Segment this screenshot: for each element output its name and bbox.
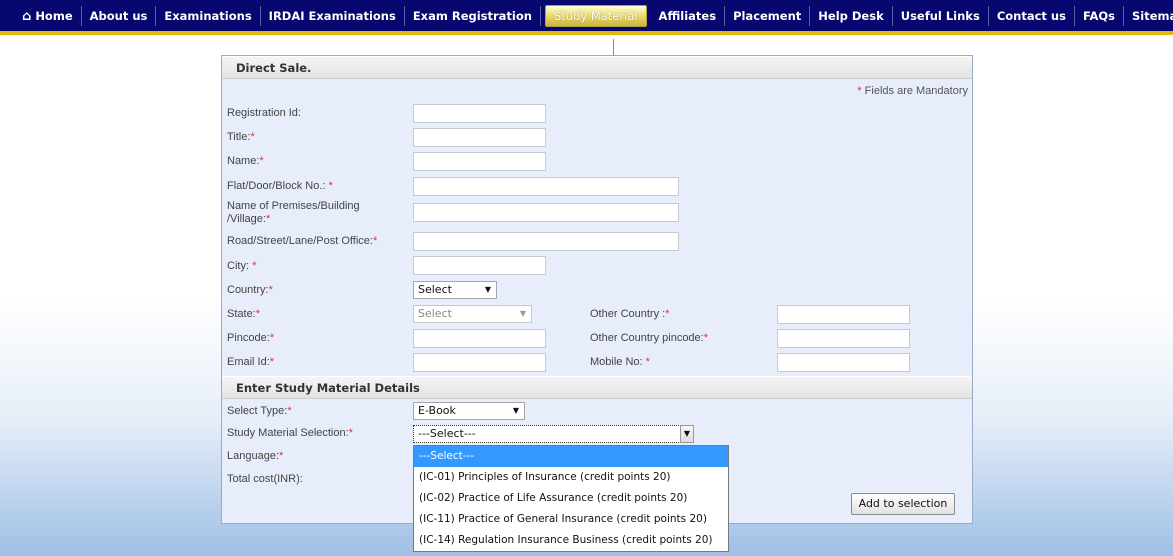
nav-useful-links[interactable]: Useful Links <box>893 5 989 26</box>
dropdown-option[interactable]: (IC-14) Regulation Insurance Business (c… <box>414 530 728 551</box>
other-country-pincode-input[interactable] <box>777 329 910 348</box>
nav-faqs[interactable]: FAQs <box>1075 5 1125 26</box>
study-material-select[interactable]: ---Select--- ▼ <box>413 425 694 443</box>
dropdown-option[interactable]: (IC-01) Principles of Insurance (credit … <box>414 467 728 488</box>
other-country-pincode-label: Other Country pincode:* <box>590 332 709 344</box>
nav-contact-us[interactable]: Contact us <box>989 5 1075 26</box>
material-selection-label: Study Material Selection:* <box>227 427 353 439</box>
road-input[interactable] <box>413 232 679 251</box>
chevron-down-icon[interactable]: ▼ <box>680 425 694 443</box>
registration-id-input[interactable] <box>413 104 546 123</box>
pincode-input[interactable] <box>413 329 546 348</box>
study-material-dropdown-list: ---Select--- (IC-01) Principles of Insur… <box>413 445 729 552</box>
title-label: Title:* <box>227 131 255 143</box>
dropdown-option[interactable]: (IC-02) Practice of Life Assurance (cred… <box>414 488 728 509</box>
state-label: State:* <box>227 308 261 320</box>
email-label: Email Id:* <box>227 356 275 368</box>
dropdown-option[interactable]: (IC-11) Practice of General Insurance (c… <box>414 509 728 530</box>
flat-input[interactable] <box>413 177 679 196</box>
nav-irdai-examinations[interactable]: IRDAI Examinations <box>261 5 405 26</box>
name-label: Name:* <box>227 155 264 167</box>
chevron-down-icon: ▼ <box>519 309 526 318</box>
pincode-label: Pincode:* <box>227 332 275 344</box>
nav-affiliates[interactable]: Affiliates <box>651 5 726 26</box>
mandatory-note: * Fields are Mandatory <box>857 85 968 97</box>
mobile-input[interactable] <box>777 353 910 372</box>
top-navigation: ⌂ Home About us Examinations IRDAI Examin… <box>0 0 1173 35</box>
nav-placement[interactable]: Placement <box>725 5 811 26</box>
select-type-label: Select Type:* <box>227 405 292 417</box>
dropdown-option[interactable]: ---Select--- <box>414 446 728 467</box>
section-title-direct-sale: Direct Sale. <box>222 56 972 79</box>
other-country-input[interactable] <box>777 305 910 324</box>
flat-label: Flat/Door/Block No.: * <box>227 180 333 192</box>
total-cost-label: Total cost(INR): <box>227 473 303 485</box>
select-type-select[interactable]: E-Book ▼ <box>413 402 525 420</box>
nav-study-material[interactable]: Study Material <box>544 4 647 27</box>
language-label: Language:* <box>227 450 284 462</box>
state-select[interactable]: Select ▼ <box>413 305 532 323</box>
nav-exam-registration[interactable]: Exam Registration <box>405 5 541 26</box>
title-input[interactable] <box>413 128 546 147</box>
nav-home[interactable]: ⌂ Home <box>0 5 82 26</box>
country-select[interactable]: Select ▼ <box>413 281 497 299</box>
city-input[interactable] <box>413 256 546 275</box>
nav-pointer-line <box>613 39 614 55</box>
nav-examinations[interactable]: Examinations <box>156 5 261 26</box>
nav-sitemap[interactable]: Sitemap <box>1124 6 1173 26</box>
mobile-label: Mobile No: * <box>590 356 650 368</box>
premises-label: Name of Premises/Building /Village:* <box>227 200 360 225</box>
chevron-down-icon: ▼ <box>484 285 491 294</box>
road-label: Road/Street/Lane/Post Office:* <box>227 235 378 247</box>
section-title-study-material: Enter Study Material Details <box>222 376 972 399</box>
chevron-down-icon: ▼ <box>512 406 519 415</box>
name-input[interactable] <box>413 152 546 171</box>
nav-help-desk[interactable]: Help Desk <box>810 5 893 26</box>
premises-input[interactable] <box>413 203 679 222</box>
city-label: City: * <box>227 260 257 272</box>
home-icon: ⌂ <box>22 8 32 24</box>
email-input[interactable] <box>413 353 546 372</box>
registration-id-label: Registration Id: <box>227 107 301 119</box>
nav-about-us[interactable]: About us <box>82 5 157 26</box>
country-label: Country:* <box>227 284 273 296</box>
add-to-selection-button[interactable]: Add to selection <box>851 493 955 515</box>
other-country-label: Other Country :* <box>590 308 670 320</box>
